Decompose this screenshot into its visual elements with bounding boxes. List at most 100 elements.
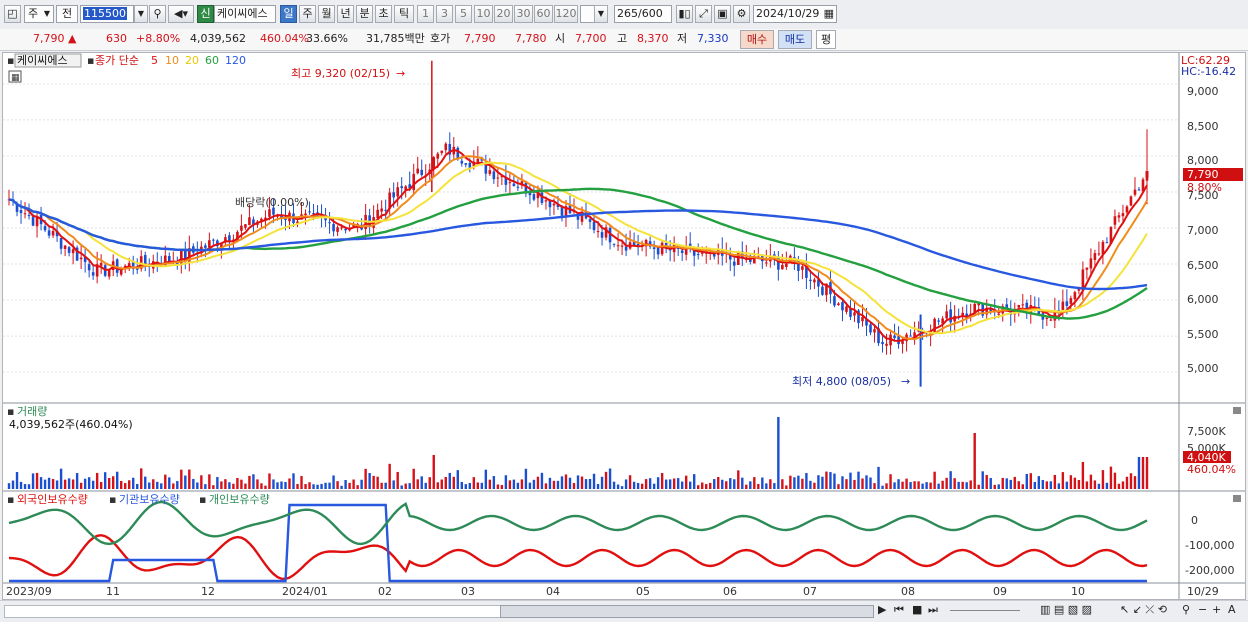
- x-tick: 06: [723, 585, 737, 598]
- stock-code-dropdown[interactable]: ▼: [134, 5, 148, 23]
- period-tab-tick[interactable]: 틱: [394, 5, 414, 23]
- interval-3[interactable]: 3: [436, 5, 453, 23]
- volume-bar: [248, 475, 251, 489]
- save-icon[interactable]: ▣: [714, 5, 731, 23]
- volume-bar: [504, 475, 508, 489]
- volume-bar: [688, 481, 692, 489]
- volume-bar: [636, 482, 640, 489]
- chart-canvas[interactable]: ▪ 케이씨에스 ▪ 종가 단순 5 10 20 60 120 ▦ 최고 9,32…: [3, 53, 1245, 599]
- price-change: 630: [106, 32, 127, 45]
- volume-bar: [75, 473, 79, 489]
- interval-10[interactable]: 10: [474, 5, 493, 23]
- interval-20[interactable]: 20: [494, 5, 513, 23]
- volume-bar: [400, 485, 403, 489]
- search-icon[interactable]: ⚲: [149, 5, 166, 23]
- stock-code-input[interactable]: 115500: [80, 5, 134, 23]
- interval-1[interactable]: 1: [417, 5, 434, 23]
- candle-body: [268, 209, 271, 217]
- volume-bar: [977, 484, 980, 489]
- candle-body: [1021, 304, 1025, 306]
- period-tab-day[interactable]: 일: [280, 5, 297, 23]
- volume-bar: [236, 477, 239, 489]
- drawing-tool-icon[interactable]: ⤢: [695, 5, 712, 23]
- volume-bar: [87, 477, 91, 489]
- step-forward-icon[interactable]: ⏭: [928, 603, 938, 617]
- candle-body: [208, 240, 211, 248]
- period-tab-week[interactable]: 주: [299, 5, 316, 23]
- volume-bar: [757, 483, 760, 489]
- candle-body: [997, 313, 1001, 315]
- scroll-thumb[interactable]: [500, 605, 874, 618]
- panel-close-icon[interactable]: [1233, 407, 1241, 414]
- panel-close-icon[interactable]: [1233, 495, 1241, 502]
- volume-bar: [148, 482, 151, 489]
- drawing-tool-icons[interactable]: ↖ ↙ ⤫ ⟲: [1120, 603, 1167, 617]
- stop-icon[interactable]: ■: [912, 603, 922, 616]
- chart-menu-icon[interactable]: ◰: [4, 5, 21, 23]
- interval-60[interactable]: 60: [534, 5, 553, 23]
- market-select[interactable]: 주 ▼: [24, 5, 54, 23]
- volume-bar: [63, 479, 67, 489]
- volume-bar: [805, 473, 808, 489]
- volume-bar: [592, 473, 596, 489]
- volume-bar: [1089, 474, 1093, 489]
- volume-bar: [869, 477, 872, 489]
- volume-bar: [268, 473, 271, 489]
- volume-bar: [380, 482, 383, 489]
- sell-button[interactable]: 매도: [778, 30, 812, 49]
- candle-body: [861, 317, 864, 322]
- auto-scale-icon[interactable]: A: [1228, 603, 1236, 616]
- chart-tool-icons[interactable]: ▥ ▤ ▧ ▨: [1040, 603, 1092, 616]
- volume-bar: [949, 471, 952, 489]
- interval-5[interactable]: 5: [455, 5, 472, 23]
- volume-bar: [829, 472, 832, 489]
- scroll-right-icon[interactable]: ▶: [878, 603, 886, 616]
- candle-body: [901, 341, 904, 344]
- y-tick: 8,000: [1187, 154, 1219, 167]
- period-tab-minute[interactable]: 분: [356, 5, 373, 23]
- candle-body: [909, 335, 912, 337]
- volume-bar: [1077, 479, 1081, 489]
- volume-bar: [941, 480, 944, 489]
- volume-bar: [1093, 480, 1097, 489]
- period-tab-year[interactable]: 년: [337, 5, 354, 23]
- volume-bar: [684, 475, 688, 489]
- step-back-icon[interactable]: ⏮: [894, 603, 904, 617]
- candle-type-icon[interactable]: ▮▯: [676, 5, 693, 23]
- volume-bar: [360, 479, 363, 489]
- volume-bar: [693, 474, 696, 489]
- interval-120[interactable]: 120: [554, 5, 578, 23]
- minus-icon[interactable]: −: [1198, 603, 1207, 616]
- zoom-slider-track[interactable]: [950, 610, 1020, 611]
- period-tab-month[interactable]: 월: [318, 5, 335, 23]
- turnover-rate: 33.66%: [306, 32, 348, 45]
- volume-bar: [1085, 481, 1089, 489]
- candle-body: [961, 312, 964, 316]
- period-tab-second[interactable]: 초: [375, 5, 392, 23]
- chevron-down-icon[interactable]: ▼: [594, 5, 608, 23]
- chart-scroll-bar[interactable]: ▶ ⏮ ■ ⏭ ▥ ▤ ▧ ▨ ↖ ↙ ⤫ ⟲ ⚲ − + A: [0, 600, 1248, 622]
- candle-body: [79, 257, 83, 260]
- volume-bar: [1113, 472, 1117, 489]
- volume-bar: [47, 477, 51, 489]
- date-input[interactable]: 2024/10/29 ▦: [753, 5, 837, 23]
- gear-icon[interactable]: ⚙: [733, 5, 750, 23]
- volume-bar: [71, 479, 75, 489]
- legend-foreign: 외국인보유수량: [17, 493, 88, 506]
- eval-button[interactable]: 평: [816, 30, 836, 49]
- buy-button[interactable]: 매수: [740, 30, 774, 49]
- interval-30[interactable]: 30: [514, 5, 533, 23]
- count-field[interactable]: 265/600: [614, 5, 672, 23]
- volume-bar: [396, 471, 399, 489]
- x-tick: 08: [901, 585, 915, 598]
- zoom-out-icon[interactable]: ⚲: [1182, 603, 1190, 616]
- badge-new[interactable]: 신: [197, 5, 214, 23]
- stock-chart[interactable]: ▪ 케이씨에스 ▪ 종가 단순 5 10 20 60 120 ▦ 최고 9,32…: [2, 52, 1246, 600]
- volume-bar: [180, 469, 183, 489]
- volume-bar: [212, 485, 215, 489]
- volume-bar: [440, 479, 443, 489]
- speaker-icon[interactable]: ◀▾: [168, 5, 194, 23]
- vol-y-tick: 7,500K: [1187, 425, 1226, 438]
- plus-icon[interactable]: +: [1212, 603, 1221, 616]
- prev-button[interactable]: 전: [56, 5, 78, 23]
